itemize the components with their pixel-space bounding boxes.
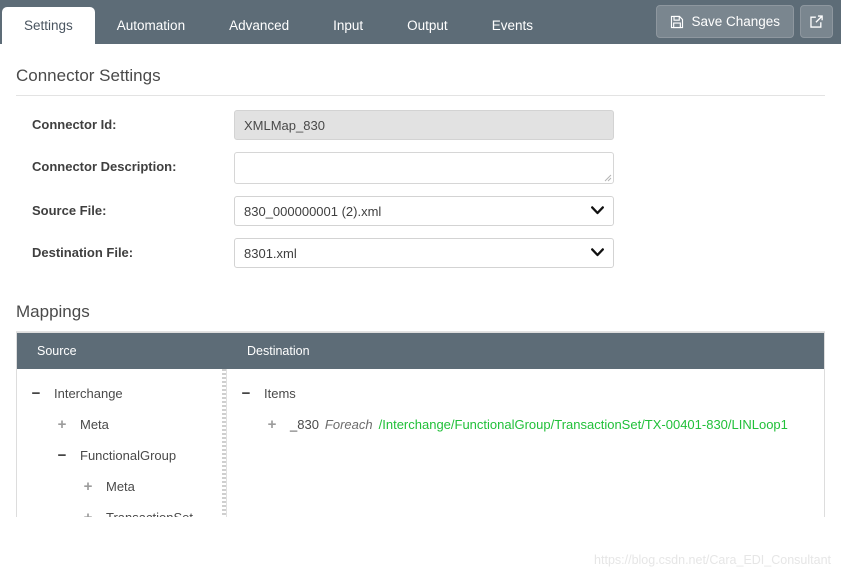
tree-node-830[interactable]: + _830 Foreach /Interchange/FunctionalGr… (227, 409, 824, 440)
destination-column: Destination − Items + _830 Foreach /Inte… (227, 333, 824, 517)
destination-column-header: Destination (227, 333, 824, 369)
mappings-title: Mappings (16, 302, 90, 321)
expand-toggle-icon[interactable]: + (261, 417, 283, 432)
form-row-source-file: Source File: 830_000000001 (2).xml (16, 196, 825, 226)
tree-node-label: Interchange (54, 386, 123, 401)
external-link-icon (809, 14, 824, 29)
source-file-select[interactable]: 830_000000001 (2).xml (234, 196, 614, 226)
form-row-connector-id: Connector Id: (16, 110, 825, 140)
form-row-connector-description: Connector Description: (16, 152, 825, 184)
expand-toggle-icon[interactable]: + (77, 479, 99, 494)
expand-toggle-icon[interactable]: + (51, 417, 73, 432)
source-column: Source − Interchange + Meta − Functional… (17, 333, 221, 517)
destination-file-value: 8301.xml (244, 245, 297, 261)
destination-tree: − Items + _830 Foreach /Interchange/Func… (227, 369, 824, 517)
tab-automation-label: Automation (116, 18, 186, 33)
tab-input[interactable]: Input (311, 7, 385, 44)
save-changes-label: Save Changes (691, 14, 780, 29)
mappings-section: Mappings (0, 280, 841, 332)
tree-node-foreach-keyword: Foreach (324, 417, 373, 432)
tab-bar-actions: Save Changes (656, 5, 833, 38)
tab-automation[interactable]: Automation (95, 7, 207, 44)
tree-node-meta[interactable]: + Meta (17, 409, 221, 440)
tab-advanced[interactable]: Advanced (207, 7, 311, 44)
save-changes-button[interactable]: Save Changes (656, 5, 794, 38)
destination-file-field-wrap: 8301.xml (234, 238, 614, 268)
connector-settings-section: Connector Settings Connector Id: Connect… (0, 44, 841, 268)
tree-node-meta-nested[interactable]: + Meta (17, 471, 221, 502)
tree-node-label: Meta (80, 417, 109, 432)
collapse-toggle-icon[interactable]: − (235, 386, 257, 401)
chevron-down-icon (591, 205, 604, 217)
connector-settings-title: Connector Settings (16, 66, 161, 85)
watermark-text: https://blog.csdn.net/Cara_EDI_Consultan… (594, 553, 831, 567)
connector-settings-form: Connector Id: Connector Description: Sou… (16, 96, 825, 268)
floppy-disk-icon (670, 15, 684, 29)
tree-node-functionalgroup[interactable]: − FunctionalGroup (17, 440, 221, 471)
resize-grip-icon (604, 174, 612, 182)
form-row-destination-file: Destination File: 8301.xml (16, 238, 825, 268)
source-file-label: Source File: (32, 203, 107, 218)
collapse-toggle-icon[interactable]: − (51, 448, 73, 463)
tab-events[interactable]: Events (470, 7, 555, 44)
connector-description-field-wrap (234, 152, 614, 184)
destination-file-label: Destination File: (32, 245, 134, 260)
source-column-header: Source (17, 333, 221, 369)
tab-output-label: Output (407, 18, 448, 33)
tree-node-label: FunctionalGroup (80, 448, 177, 463)
tree-node-label: Items (264, 386, 296, 401)
tab-advanced-label: Advanced (229, 18, 290, 33)
source-file-value: 830_000000001 (2).xml (244, 203, 382, 219)
tree-node-transactionset[interactable]: + TransactionSet (17, 502, 221, 517)
tree-node-label: _830 (290, 417, 319, 432)
collapse-toggle-icon[interactable]: − (25, 386, 47, 401)
expand-toggle-icon[interactable]: + (77, 510, 99, 517)
tab-output[interactable]: Output (385, 7, 470, 44)
connector-id-input[interactable] (234, 110, 614, 140)
chevron-down-icon (591, 247, 604, 259)
connector-id-label: Connector Id: (32, 117, 117, 132)
tree-node-label: TransactionSet (99, 510, 193, 517)
connector-description-textarea[interactable] (234, 152, 614, 184)
mappings-panel: Source − Interchange + Meta − Functional… (16, 332, 825, 517)
tree-node-xpath: /Interchange/FunctionalGroup/Transaction… (378, 417, 788, 432)
source-file-field-wrap: 830_000000001 (2).xml (234, 196, 614, 226)
connector-description-label: Connector Description: (32, 159, 177, 174)
tab-settings-label: Settings (24, 18, 73, 33)
source-tree: − Interchange + Meta − FunctionalGroup +… (17, 369, 221, 517)
top-tab-bar: Settings Automation Advanced Input Outpu… (0, 0, 841, 44)
mappings-panel-wrap: Source − Interchange + Meta − Functional… (0, 332, 841, 517)
tree-node-label: Meta (106, 479, 135, 494)
tab-list: Settings Automation Advanced Input Outpu… (0, 0, 555, 44)
tree-node-items[interactable]: − Items (227, 378, 824, 409)
tab-input-label: Input (333, 18, 364, 33)
tab-events-label: Events (491, 18, 533, 33)
tab-settings[interactable]: Settings (2, 7, 95, 44)
popout-window-button[interactable] (800, 5, 833, 38)
tree-node-interchange[interactable]: − Interchange (17, 378, 221, 409)
connector-id-field-wrap (234, 110, 614, 140)
destination-file-select[interactable]: 8301.xml (234, 238, 614, 268)
